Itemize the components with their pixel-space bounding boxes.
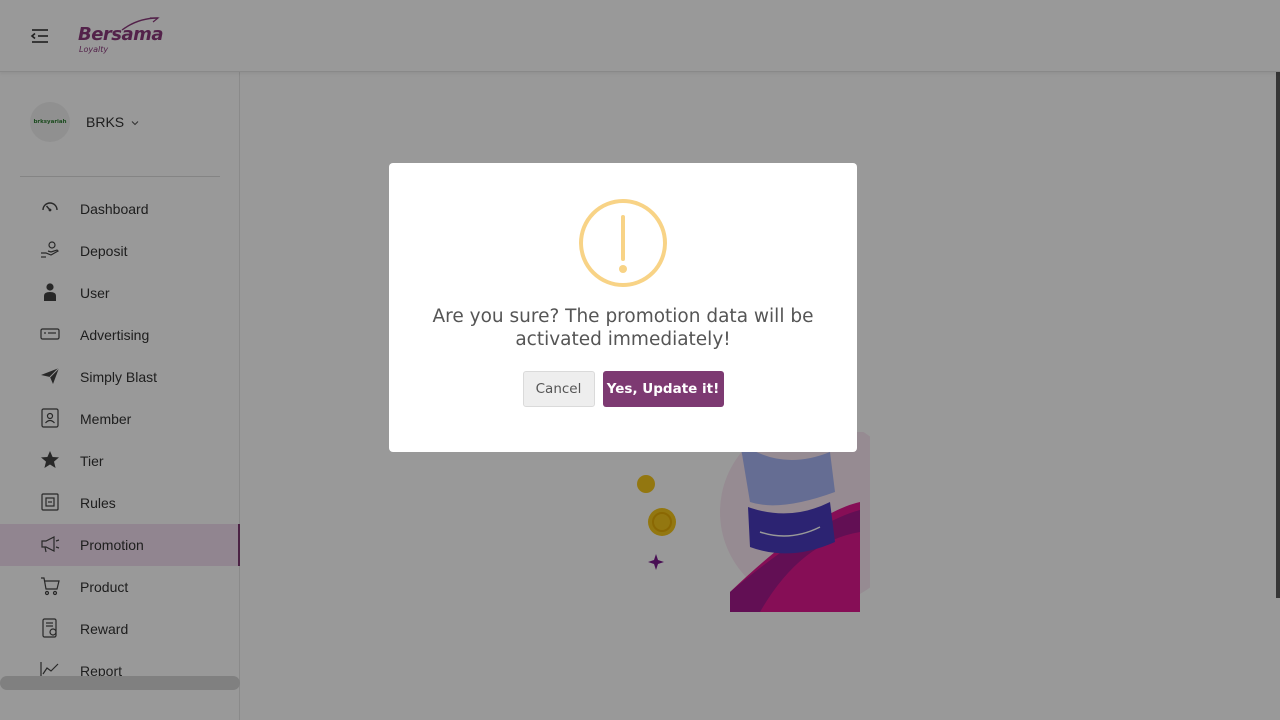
warning-icon (579, 199, 667, 287)
dialog-title: Are you sure? The promotion data will be… (432, 306, 814, 350)
dialog-actions: Cancel Yes, Update it! (389, 371, 857, 407)
confirm-update-button[interactable]: Yes, Update it! (602, 371, 724, 407)
cancel-button[interactable]: Cancel (522, 371, 595, 407)
warning-icon-bar (621, 215, 625, 261)
warning-icon-dot (619, 265, 627, 273)
confirm-dialog: Are you sure? The promotion data will be… (389, 163, 857, 452)
